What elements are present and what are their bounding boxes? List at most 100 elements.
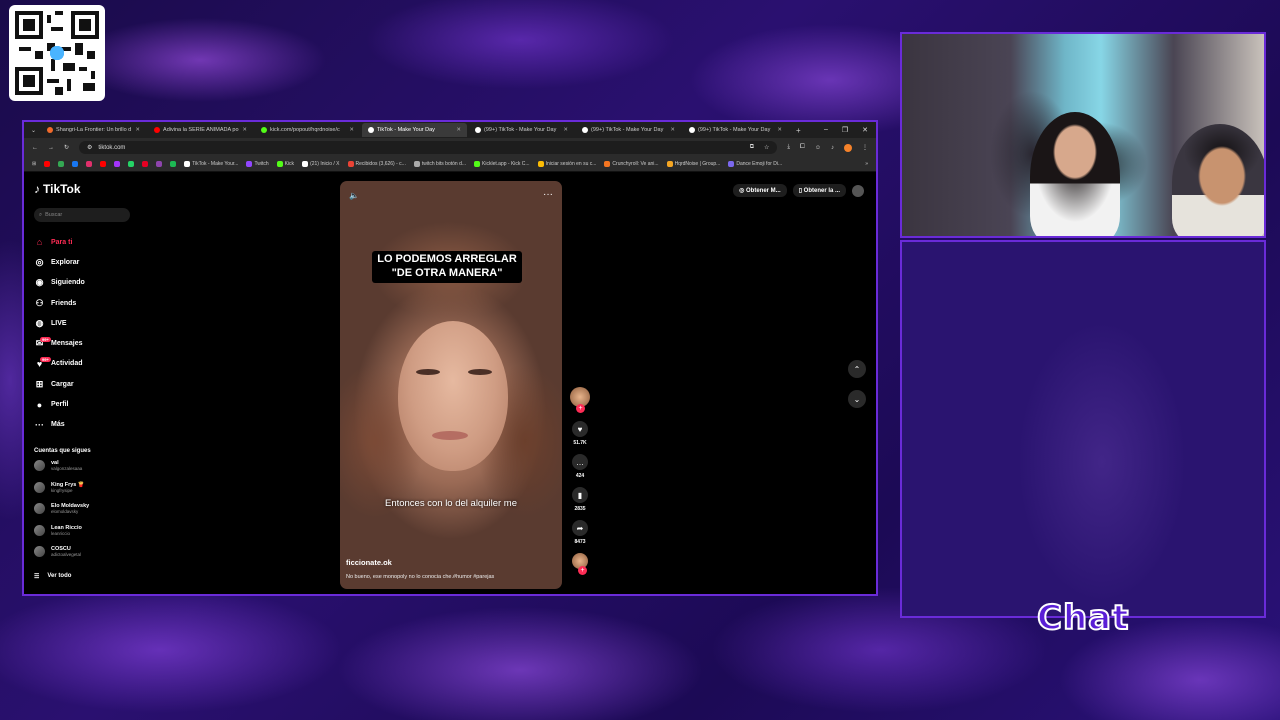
bookmark-item[interactable]: Twitch: [246, 161, 269, 167]
extensions-icon[interactable]: ⧠: [800, 144, 805, 151]
profile-icon[interactable]: ☺: [815, 145, 821, 151]
sidebar-item-following[interactable]: ◉ Siguiendo: [34, 273, 134, 293]
next-video-icon[interactable]: ⌄: [848, 390, 866, 408]
youtube-bookmark-icon[interactable]: [44, 161, 51, 167]
bookmark-item[interactable]: Recibidos (3,626) - c...: [347, 161, 406, 167]
tiktok-logo[interactable]: ♪ TikTok: [34, 182, 81, 196]
close-tab-icon[interactable]: ✕: [135, 127, 140, 133]
maximize-icon[interactable]: ❐: [842, 126, 848, 134]
browser-tab[interactable]: Shangri-La Frontier: Un brillo d ✕: [41, 123, 146, 137]
close-tab-icon[interactable]: ✕: [777, 127, 782, 133]
browser-tab[interactable]: (99+) TikTok - Make Your Day ✕: [469, 123, 574, 137]
cast-icon[interactable]: ⧉: [750, 144, 754, 151]
streamer-1: [1030, 112, 1120, 236]
youtube2-bookmark-icon[interactable]: [100, 161, 107, 167]
facebook-bookmark-icon[interactable]: [72, 161, 79, 167]
close-tab-icon[interactable]: ✕: [456, 127, 461, 133]
close-tab-icon[interactable]: ✕: [563, 127, 568, 133]
more-bookmarks-icon[interactable]: »: [865, 161, 868, 167]
bookmark-item[interactable]: HqrdNoise | Group...: [666, 161, 720, 167]
close-tab-icon[interactable]: ✕: [670, 127, 675, 133]
browser-tab[interactable]: TikTok - Make Your Day ✕: [362, 123, 468, 137]
creator-avatar[interactable]: [570, 387, 590, 413]
close-tab-icon[interactable]: ✕: [242, 127, 247, 133]
browser-tab[interactable]: (99+) TikTok - Make Your Day ✕: [683, 123, 788, 137]
like-icon[interactable]: ♥: [572, 421, 588, 437]
music-disc-icon[interactable]: [572, 553, 588, 575]
user-avatar[interactable]: [852, 184, 864, 197]
sidebar-item-upload[interactable]: ⊞ Cargar: [34, 374, 134, 394]
following-account[interactable]: val valgonzalesaaa: [34, 460, 134, 471]
instagram-bookmark-icon[interactable]: [86, 161, 93, 167]
sidebar-item-compass[interactable]: ◎ Explorar: [34, 252, 134, 272]
account-handle: leanriccio: [51, 530, 71, 536]
browser-tab[interactable]: kick.com/popout/hqrdnoise/c ✕: [255, 123, 360, 137]
bookmark-item[interactable]: Dance Emoji for Di...: [728, 161, 782, 167]
comment-icon[interactable]: …: [572, 454, 588, 470]
close-tab-icon[interactable]: ✕: [349, 127, 354, 133]
share-icon[interactable]: ➦: [572, 520, 588, 536]
gmail-bookmark-icon[interactable]: [58, 161, 65, 167]
get-app-button[interactable]: ▯ Obtener la ...: [792, 184, 846, 197]
back-icon[interactable]: ←: [32, 145, 38, 151]
search-input[interactable]: ⌕ Buscar: [34, 208, 130, 222]
tiktok-extension-icon[interactable]: ♪: [831, 145, 834, 151]
forward-icon[interactable]: →: [48, 145, 54, 151]
bookmark-item[interactable]: Kicklet.app - Kick C...: [474, 161, 530, 167]
tab-search-icon[interactable]: ⌄: [28, 127, 39, 134]
bookmark-star-icon[interactable]: ☆: [764, 144, 769, 151]
bookmark-item[interactable]: (21) Inicio / X: [302, 161, 340, 167]
sidebar-item-label: Perfil: [51, 401, 69, 409]
reload-icon[interactable]: ↻: [64, 144, 69, 151]
bookmark-label: TikTok - Make Your...: [192, 161, 239, 167]
download-icon[interactable]: ⤓: [787, 144, 790, 151]
sidebar-item-profile[interactable]: ● Perfil: [34, 394, 134, 414]
following-account[interactable]: King Frys 🍟 kingfrysipe: [34, 481, 134, 493]
following-account[interactable]: Elo Moldavsky elomoldavsky: [34, 503, 134, 514]
apps-grid-icon[interactable]: ⊞: [32, 161, 36, 167]
previous-video-icon[interactable]: ⌃: [848, 360, 866, 378]
bookmark-item[interactable]: Crunchyroll: Ve ani...: [604, 161, 659, 167]
browser-tab[interactable]: (99+) TikTok - Make Your Day ✕: [576, 123, 681, 137]
browser-tab[interactable]: Adivina la SERIE ANIMADA po ✕: [148, 123, 253, 137]
sidebar-item-more[interactable]: ··· Más: [34, 415, 134, 435]
bookmark-item[interactable]: Kick: [276, 161, 294, 167]
sidebar-item-messages[interactable]: ✉ 99+ Mensajes: [34, 333, 134, 353]
sidebar-item-live[interactable]: ◍ LIVE: [34, 313, 134, 333]
spotify-bookmark-icon[interactable]: [170, 161, 177, 167]
tab-title: kick.com/popout/hqrdnoise/c: [270, 127, 340, 133]
close-window-icon[interactable]: ✕: [862, 126, 868, 134]
sidebar-item-friends[interactable]: ⚇ Friends: [34, 293, 134, 313]
bookmark-item[interactable]: Iniciar sesión en su c...: [537, 161, 596, 167]
address-bar[interactable]: ⚙ tiktok.com ⧉ ☆: [79, 141, 778, 154]
bookmark-item[interactable]: TikTok - Make Your...: [184, 161, 238, 167]
sidebar-item-home[interactable]: ⌂ Para ti: [34, 232, 134, 252]
sidebar-item-label: Más: [51, 421, 65, 429]
see-all-button[interactable]: ☰ Ver todo: [34, 573, 71, 580]
save-icon[interactable]: ▮: [572, 487, 588, 503]
minimize-icon[interactable]: –: [824, 126, 828, 134]
search-placeholder: Buscar: [45, 212, 63, 218]
sidebar-item-activity[interactable]: ♥ 99+ Actividad: [34, 354, 134, 374]
pinterest-bookmark-icon[interactable]: [142, 161, 149, 167]
chat-label: Chat: [1036, 597, 1130, 639]
browser-menu-icon[interactable]: ⋮: [862, 144, 868, 151]
mail-bookmark-icon[interactable]: [156, 161, 163, 167]
whatsapp-bookmark-icon[interactable]: [128, 161, 135, 167]
volume-icon[interactable]: 🔈: [349, 191, 359, 200]
new-tab-button[interactable]: +: [790, 126, 807, 135]
see-all-label: Ver todo: [47, 573, 72, 579]
messenger-bookmark-icon[interactable]: [114, 161, 121, 167]
following-account[interactable]: COSCU adictoalvegetal: [34, 546, 134, 557]
bookmark-item[interactable]: twitch bits botón d...: [413, 161, 466, 167]
site-info-icon[interactable]: ⚙: [87, 144, 92, 151]
video-author[interactable]: ficcionate.ok: [346, 558, 392, 567]
get-coins-button[interactable]: ◎ Obtener M...: [733, 184, 787, 197]
video-player[interactable]: 🔈 ··· LO PODEMOS ARREGLAR "DE OTRA MANER…: [340, 181, 562, 589]
chrome-profile-avatar[interactable]: [844, 143, 852, 152]
video-actions: ♥ 51.7K … 424 ▮ 2835 ➦ 8473: [568, 387, 592, 575]
avatar: [34, 503, 45, 514]
tab-title: (99+) TikTok - Make Your Day: [591, 127, 664, 133]
following-account[interactable]: Lean Riccio leanriccio: [34, 524, 134, 536]
video-options-icon[interactable]: ···: [543, 189, 553, 200]
